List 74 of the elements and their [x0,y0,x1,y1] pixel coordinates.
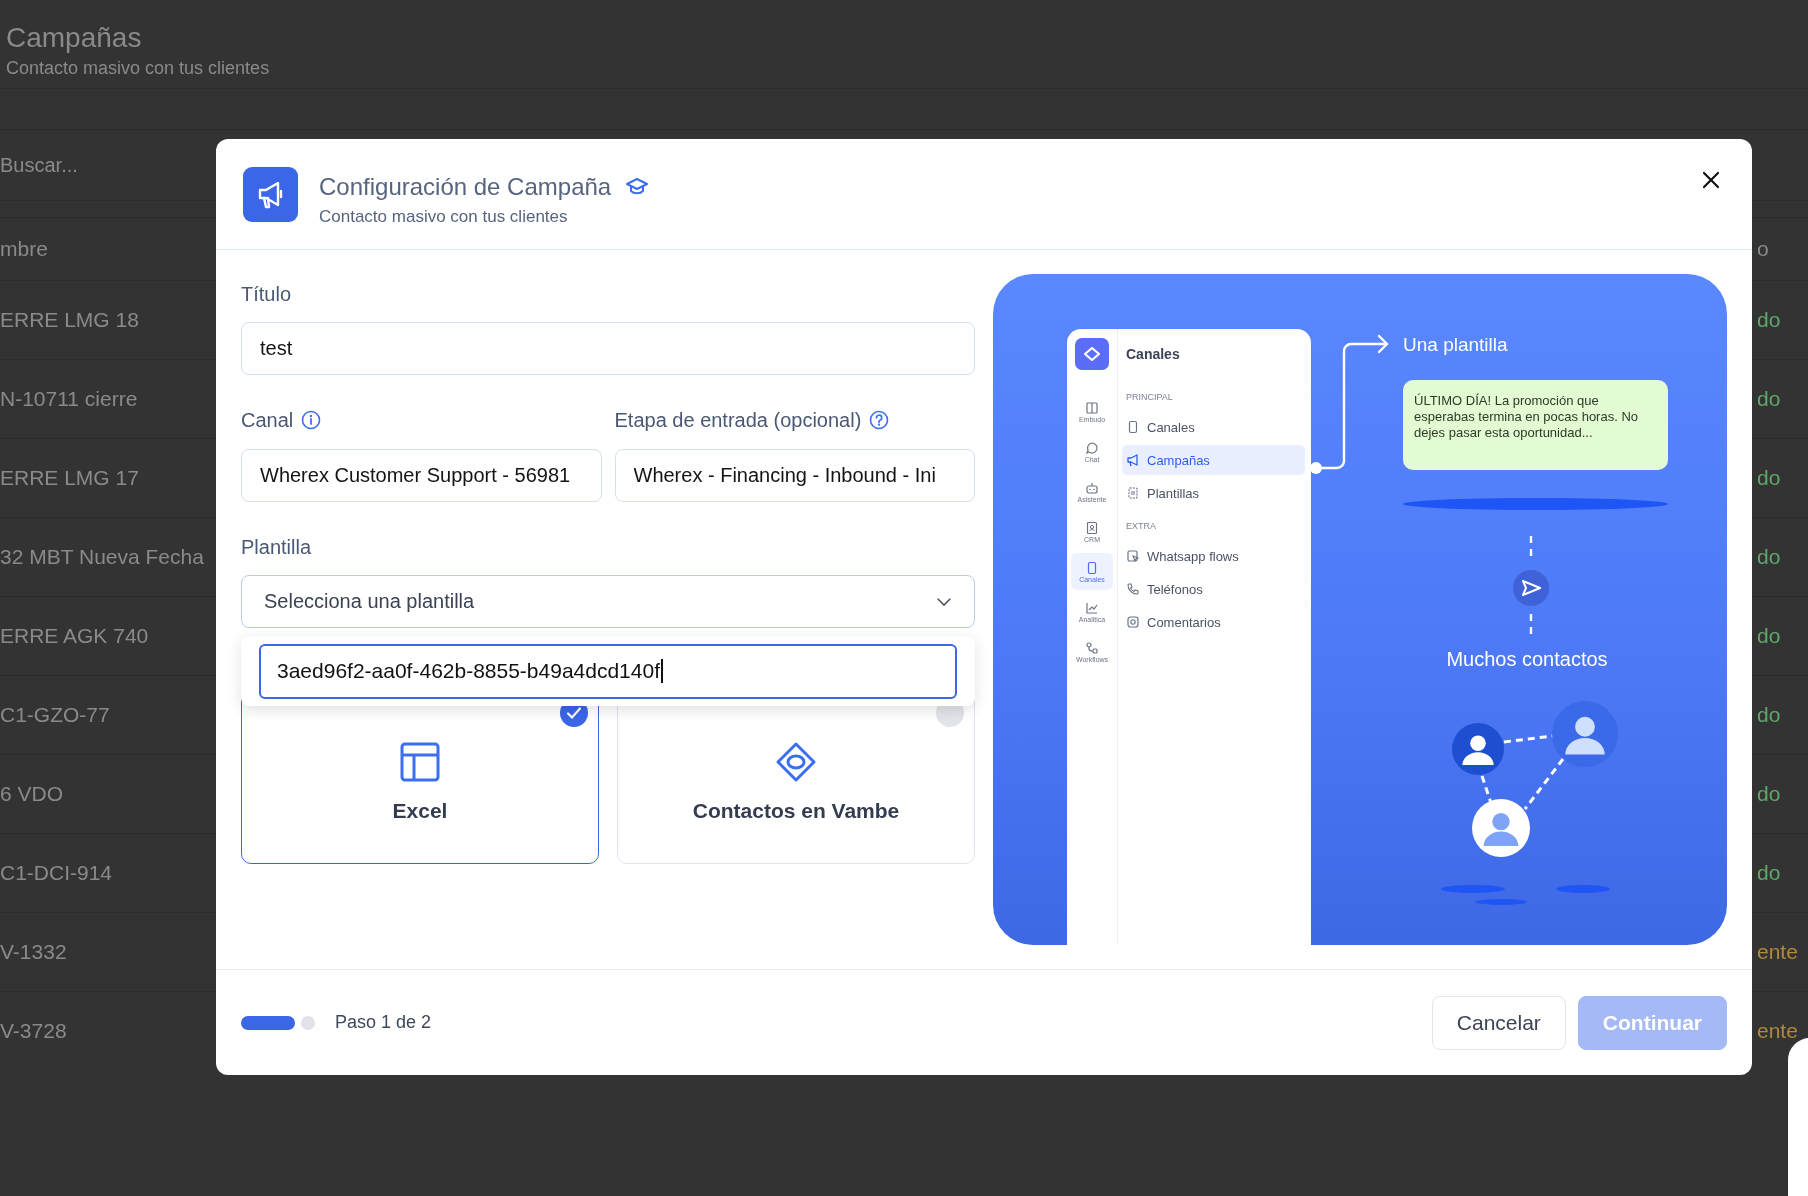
menu-item[interactable]: Plantillas [1122,478,1305,508]
field-label: Canal [241,408,294,433]
dialog-subtitle: Contacto masivo con tus clientes [319,207,569,227]
stage-field[interactable]: Wherex - Financing - Inbound - Ini [614,449,975,502]
chat-icon [1085,440,1099,455]
graduation-cap-icon [625,177,650,197]
column-header: mbre [0,237,48,261]
table-cell: V-1332 [0,940,67,964]
column-header: o [1757,237,1770,261]
table-cell: V-3728 [0,1019,67,1043]
contact-card-icon [1085,520,1099,535]
caption: Muchos contactos [1445,648,1609,671]
status-text: ente [1757,1019,1799,1043]
help-icon [869,410,890,430]
channel-field[interactable]: Wherex Customer Support - 56981 [241,449,602,502]
menu-item[interactable]: Campañas [1122,445,1305,475]
document-icon [1126,549,1140,563]
table-cell: 32 MBT Nueva Fecha [0,545,204,569]
template-dropdown[interactable]: Selecciona una plantilla [241,575,975,628]
chat-icon [1126,615,1140,629]
workflow-icon [1085,640,1099,655]
table-cell: ERRE AGK 740 [0,624,149,648]
megaphone-icon [1126,453,1140,467]
phone-icon [1126,582,1140,596]
section-heading: PRINCIPAL [1125,391,1174,404]
app-title: Canales [1125,345,1181,364]
caption: Una plantilla [1403,334,1508,356]
columns-icon [1085,400,1099,415]
table-cell: C1-GZO-77 [0,703,110,727]
page-title: Campañas [6,21,143,55]
status-text: do [1757,387,1782,411]
title-field[interactable]: test [241,322,975,375]
dialog-title: Configuración de Campaña [319,173,612,201]
search-field[interactable]: 3aed96f2-aa0f-462b-8855-b49a4dcd140f [259,643,957,699]
status-text: do [1757,861,1782,885]
phone-icon [1085,560,1099,575]
message-bubble: ÚLTIMO DÍA! La promoción que esperabas termina en pocas horas. No dejes pasar esta oportunidad... [1403,380,1668,470]
menu-item[interactable]: Teléfonos [1122,574,1305,604]
table-cell: 6 VDO [0,782,64,806]
page-subtitle: Contacto masivo con tus clientes [6,57,271,80]
status-text: do [1757,466,1782,490]
status-text: do [1757,545,1782,569]
table-cell: N-10711 cierre [0,387,138,411]
menu-item[interactable]: Comentarios [1122,607,1305,637]
table-icon [399,741,441,783]
send-icon [1511,536,1551,634]
chart-icon [1085,600,1099,615]
table-cell: C1-DCI-914 [0,861,113,885]
status-text: do [1757,703,1782,727]
field-label: Título [241,282,293,307]
close-icon [1702,171,1720,189]
step-label: Paso 1 de 2 [335,1012,432,1033]
close-button[interactable] [1700,169,1722,191]
status-text: ente [1757,940,1799,964]
cancel-button[interactable]: Cancelar [1431,995,1566,1050]
status-text: do [1757,782,1782,806]
info-icon [301,410,322,430]
section-heading: EXTRA [1125,520,1157,533]
status-text: do [1757,624,1782,648]
status-text: do [1757,308,1782,332]
phone-icon [1126,420,1140,434]
menu-item[interactable]: Whatsapp flows [1122,541,1305,571]
document-icon [1126,486,1140,500]
search-field[interactable]: Buscar... [0,153,200,177]
logo-icon [1075,338,1109,370]
menu-item[interactable]: Canales [1122,412,1305,442]
field-label: Etapa de entrada (opcional) [614,408,862,433]
table-cell: ERRE LMG 18 [0,308,139,332]
field-label: Plantilla [241,535,313,560]
diamond-icon [775,741,817,783]
chevron-down-icon [936,596,952,607]
megaphone-icon [243,167,298,222]
table-cell: ERRE LMG 17 [0,466,139,490]
robot-icon [1085,480,1099,495]
